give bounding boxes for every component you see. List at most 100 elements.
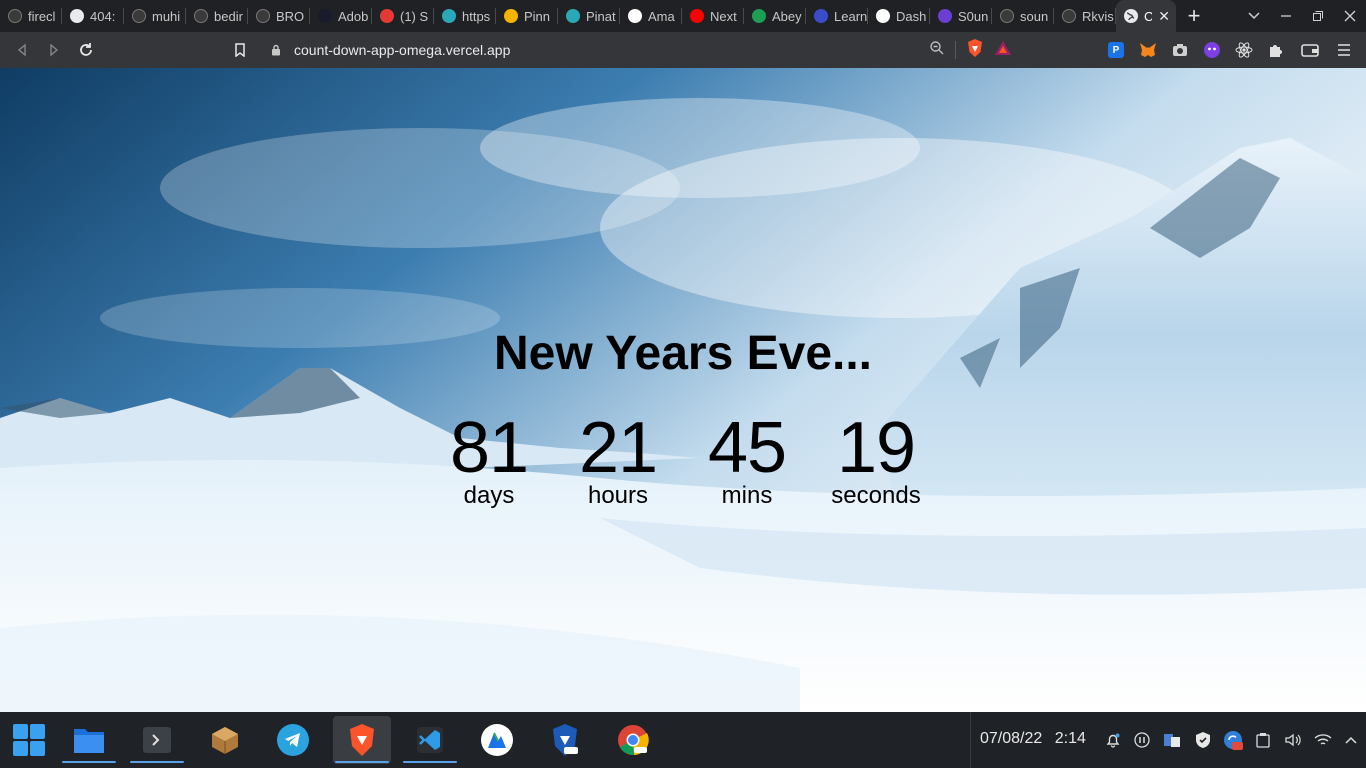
maps-app[interactable] (468, 716, 526, 764)
clipboard-icon[interactable] (1251, 728, 1275, 752)
tab-title: firecl (28, 8, 56, 24)
start-button[interactable] (0, 716, 58, 764)
tab-17[interactable]: Rkvis (1054, 0, 1116, 32)
terminal-app[interactable] (128, 716, 186, 764)
bookmark-icon[interactable] (224, 34, 256, 66)
leaf-icon (752, 9, 766, 23)
chrome-beta-app[interactable] (604, 716, 662, 764)
tab-title: Pinn (524, 8, 551, 24)
tab-13[interactable]: Learn (806, 0, 868, 32)
hours-value: 21 (578, 408, 658, 488)
telegram-app[interactable] (264, 716, 322, 764)
menu-icon[interactable] (1328, 34, 1360, 66)
seconds-label: seconds (831, 482, 921, 509)
tab-16[interactable]: soun (992, 0, 1054, 32)
close-icon[interactable]: ✕ (1158, 8, 1170, 25)
github-icon (8, 9, 22, 23)
tab-strip: firecl 404: muhi bedir BRO Adob (1) S https Pinn… (0, 0, 1366, 32)
volume-icon[interactable] (1281, 728, 1305, 752)
github-icon (132, 9, 146, 23)
browser-toolbar: count-down-app-omega.vercel.app P (0, 32, 1366, 68)
reload-icon[interactable] (70, 34, 102, 66)
clock-date: 07/08/22 (980, 730, 1043, 747)
clock-time: 2:14 (1054, 730, 1086, 747)
security-shield-icon[interactable] (1191, 728, 1215, 752)
tab-title: muhi (152, 8, 181, 24)
sound-icon (938, 9, 952, 23)
mins-label: mins (721, 482, 773, 509)
url-text[interactable]: count-down-app-omega.vercel.app (294, 42, 510, 58)
hours-label: hours (587, 482, 649, 509)
media-pause-icon[interactable] (1130, 728, 1154, 752)
globe-icon (1124, 9, 1138, 23)
tab-4[interactable]: BRO (248, 0, 310, 32)
wifi-icon[interactable] (1311, 728, 1335, 752)
tab-5[interactable]: Adob (310, 0, 372, 32)
tab-search-chevron-icon[interactable] (1238, 0, 1270, 32)
system-clock[interactable]: 07/08/22 2:14 (980, 730, 1086, 748)
brave-beta-app[interactable] (536, 716, 594, 764)
countdown-title: New Years Eve... (493, 327, 873, 380)
telegram-icon (277, 724, 309, 756)
adobe-icon (318, 9, 332, 23)
omnibox-divider (955, 41, 956, 59)
pinn-icon (504, 9, 518, 23)
tab-title: Adob (338, 8, 369, 24)
zoom-icon[interactable] (929, 40, 945, 61)
brave-browser-app[interactable] (333, 716, 391, 764)
tab-active[interactable]: C ✕ (1116, 0, 1176, 32)
lock-icon[interactable] (264, 38, 288, 62)
page-viewport: New Years Eve... 81 days 21 hours 45 min… (0, 68, 1366, 712)
tab-7[interactable]: https (434, 0, 496, 32)
restore-icon[interactable] (1302, 0, 1334, 32)
tab-8[interactable]: Pinn (496, 0, 558, 32)
pinn-extension-icon[interactable]: P (1100, 34, 1132, 66)
tab-9[interactable]: Pinat (558, 0, 620, 32)
metamask-icon[interactable] (1132, 34, 1164, 66)
running-indicator (335, 761, 389, 763)
extensions-puzzle-icon[interactable] (1260, 34, 1292, 66)
github-icon (256, 9, 270, 23)
updates-icon[interactable] (1221, 728, 1245, 752)
tab-6[interactable]: (1) S (372, 0, 434, 32)
tab-title: (1) S (400, 8, 429, 24)
tab-10[interactable]: Ama (620, 0, 682, 32)
seconds-value: 19 (836, 408, 916, 488)
new-tab-button[interactable]: + (1176, 0, 1212, 32)
minecraft-app[interactable] (196, 716, 254, 764)
tab-title: 404: (90, 8, 116, 24)
address-bar[interactable]: count-down-app-omega.vercel.app (256, 36, 1022, 64)
tab-14[interactable]: Dash (868, 0, 930, 32)
learn-icon (814, 9, 828, 23)
wallet-icon[interactable] (1294, 34, 1326, 66)
clipboard-app-icon[interactable] (1160, 728, 1184, 752)
tab-title: Ama (648, 8, 675, 24)
back-icon[interactable] (6, 34, 38, 66)
tab-0[interactable]: firecl (0, 0, 62, 32)
tab-15[interactable]: S0un (930, 0, 992, 32)
vscode-app[interactable] (401, 716, 459, 764)
globe-icon (70, 9, 84, 23)
tab-3[interactable]: bedir (186, 0, 248, 32)
maps-icon (481, 724, 513, 756)
tab-1[interactable]: 404: (62, 0, 124, 32)
brave-shield-icon[interactable] (966, 38, 984, 63)
tab-11[interactable]: Next (682, 0, 744, 32)
close-window-icon[interactable] (1334, 0, 1366, 32)
camera-icon[interactable] (1164, 34, 1196, 66)
minimize-icon[interactable] (1270, 0, 1302, 32)
ai-extension-icon[interactable] (1196, 34, 1228, 66)
file-manager-app[interactable] (60, 716, 118, 764)
tab-title: Abey (772, 8, 802, 24)
forward-icon[interactable] (38, 34, 70, 66)
taskbar: 07/08/22 2:14 (0, 712, 1366, 768)
github-icon (194, 9, 208, 23)
react-devtools-icon[interactable] (1228, 34, 1260, 66)
notifications-bell-icon[interactable] (1101, 728, 1125, 752)
brave-rewards-icon[interactable] (994, 40, 1012, 61)
tab-2[interactable]: muhi (124, 0, 186, 32)
days-label: days (463, 482, 515, 509)
tab-list: firecl 404: muhi bedir BRO Adob (1) S https Pinn… (0, 0, 1116, 32)
tab-12[interactable]: Abey (744, 0, 806, 32)
show-tray-chevron-icon[interactable] (1339, 728, 1363, 752)
